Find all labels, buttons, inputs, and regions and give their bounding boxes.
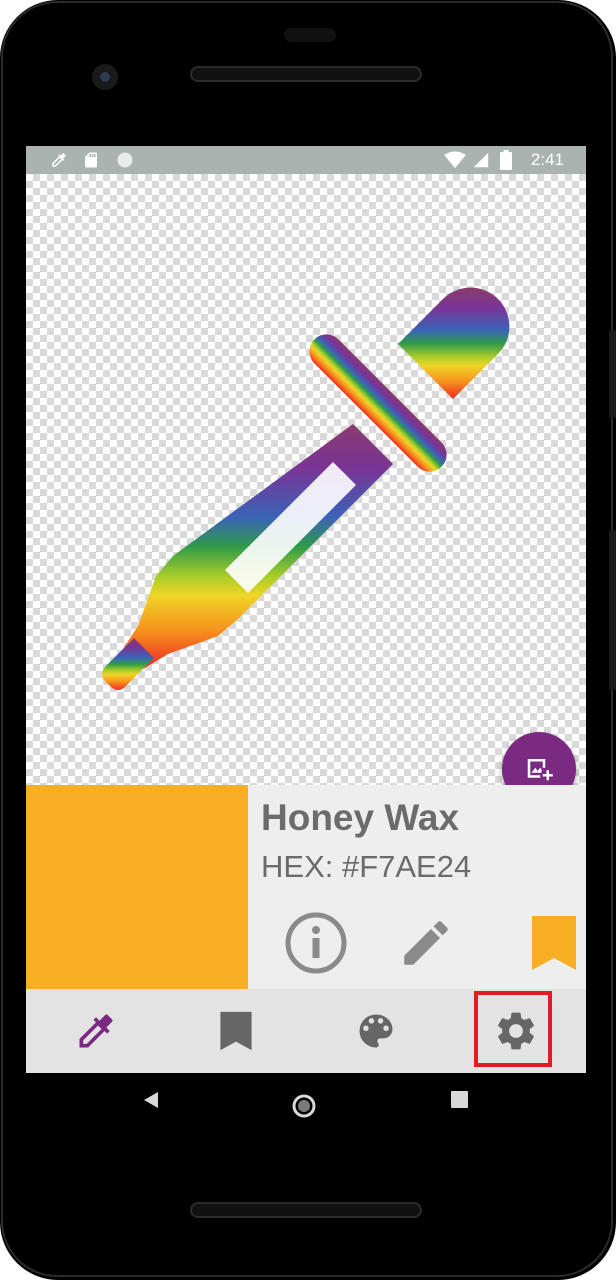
home-button[interactable] (291, 1093, 317, 1119)
recents-button[interactable] (451, 1091, 468, 1108)
color-actions (248, 905, 586, 989)
add-image-icon (527, 759, 553, 781)
color-swatch (26, 785, 248, 989)
circle-icon (116, 146, 134, 174)
color-hex: HEX: #F7AE24 (261, 849, 472, 884)
nav-bookmarks[interactable] (166, 989, 306, 1073)
info-button[interactable] (276, 905, 356, 981)
status-time: 2:41 (530, 150, 564, 169)
sd-card-icon (82, 146, 100, 174)
system-navigation-bar (0, 1073, 616, 1137)
signal-icon (472, 146, 490, 174)
bookmark-icon (220, 1011, 252, 1051)
image-canvas[interactable] (26, 174, 586, 806)
bottom-speaker (190, 1202, 422, 1218)
status-bar: 2:41 (26, 146, 586, 174)
power-button (609, 330, 616, 418)
color-name: Honey Wax (261, 797, 460, 838)
eyedropper-rainbow-icon (102, 287, 510, 690)
recents-icon (451, 1091, 468, 1108)
edit-button[interactable] (386, 905, 466, 981)
volume-button (609, 530, 616, 690)
top-speaker (190, 66, 422, 82)
front-camera (92, 64, 118, 90)
color-info-panel: Honey Wax HEX: #F7AE24 (26, 785, 586, 989)
pencil-icon (404, 921, 448, 965)
eyedropper-icon (50, 146, 68, 174)
palette-icon (359, 1014, 393, 1048)
wifi-icon (444, 146, 466, 174)
eyedropper-icon (79, 1014, 113, 1048)
bookmark-button[interactable] (514, 905, 586, 981)
back-icon (144, 1092, 158, 1108)
phone-frame: 2:41 Honey Wax HEX: #F7AE24 (0, 0, 616, 1280)
nav-picker[interactable] (26, 989, 166, 1073)
app-screen: 2:41 Honey Wax HEX: #F7AE24 (26, 146, 586, 1073)
back-button[interactable] (142, 1091, 160, 1109)
earpiece (284, 28, 336, 42)
settings-highlight-box (474, 991, 552, 1067)
bottom-navigation (26, 989, 586, 1073)
battery-icon (500, 146, 512, 174)
nav-palettes[interactable] (306, 989, 446, 1073)
info-icon (285, 912, 347, 974)
bookmark-icon (532, 916, 576, 970)
home-icon (292, 1094, 316, 1118)
